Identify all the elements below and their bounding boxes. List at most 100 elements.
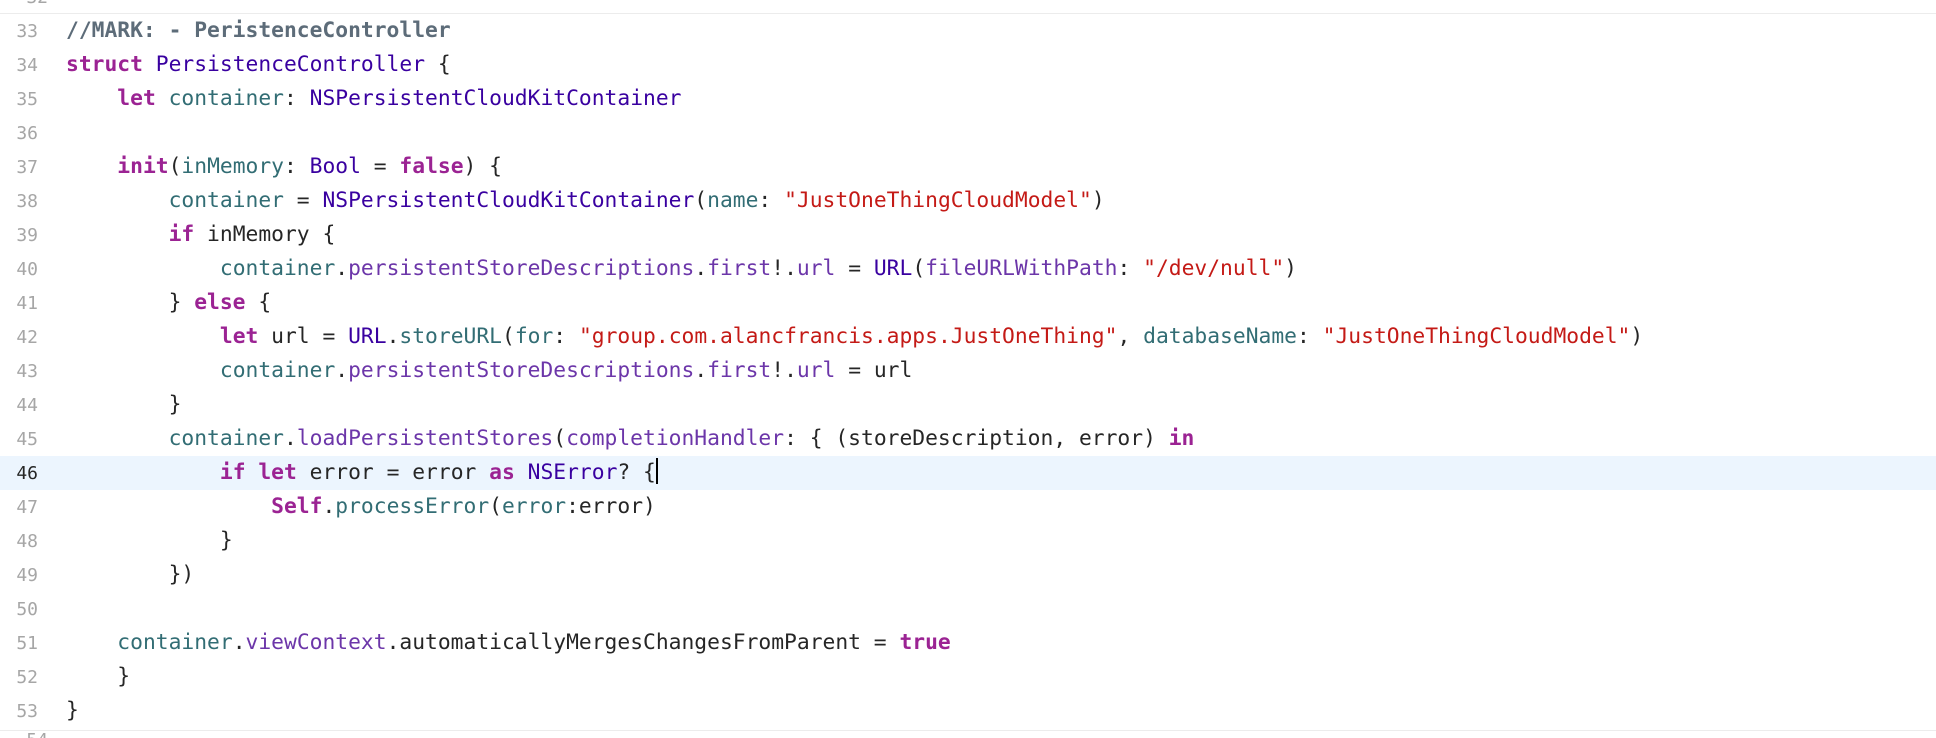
line-number: 37 — [16, 156, 38, 178]
code-line[interactable]: 48 } — [0, 524, 1936, 558]
code-text[interactable]: container.persistentStoreDescriptions.fi… — [66, 354, 912, 388]
code-line[interactable]: 52 } — [0, 660, 1936, 694]
code-line[interactable]: 50 — [0, 592, 1936, 626]
line-number: 39 — [16, 224, 38, 246]
code-line[interactable]: 36 — [0, 116, 1936, 150]
code-text[interactable]: } else { — [66, 286, 272, 320]
code-token: databaseName — [1143, 324, 1297, 349]
line-number: 34 — [16, 54, 38, 76]
code-token: first — [707, 256, 772, 281]
code-line[interactable]: 47 Self.processError(error:error) — [0, 490, 1936, 524]
code-token: persistentStoreDescriptions — [348, 256, 695, 281]
code-token: viewContext — [245, 630, 387, 655]
code-token: : — [1117, 256, 1144, 281]
line-number: 41 — [16, 292, 38, 314]
code-line[interactable]: 41 } else { — [0, 286, 1936, 320]
code-token: container — [168, 188, 284, 213]
code-line[interactable]: 51 container.viewContext.automaticallyMe… — [0, 626, 1936, 660]
code-token: as — [489, 460, 515, 485]
code-text[interactable]: }) — [66, 558, 195, 592]
code-text[interactable]: if let error = error as NSError? { — [66, 456, 658, 490]
top-separator — [0, 0, 1936, 14]
code-text[interactable]: container.viewContext.automaticallyMerge… — [66, 626, 950, 660]
code-text[interactable]: } — [66, 660, 130, 694]
code-token: ( — [489, 494, 502, 519]
code-token: ) { — [463, 154, 502, 179]
code-line[interactable]: 45 container.loadPersistentStores(comple… — [0, 422, 1936, 456]
code-text[interactable]: } — [66, 524, 233, 558]
code-token: error = error — [296, 460, 490, 485]
code-text[interactable]: container = NSPersistentCloudKitContaine… — [66, 184, 1105, 218]
code-token: let — [117, 86, 156, 111]
code-text[interactable]: let url = URL.storeURL(for: "group.com.a… — [66, 320, 1643, 354]
line-number: 33 — [16, 20, 38, 42]
code-text[interactable]: } — [66, 694, 79, 728]
code-token: : — [284, 86, 310, 111]
code-token: inMemory — [181, 154, 284, 179]
line-number: 49 — [16, 564, 38, 586]
code-line[interactable]: 46 if let error = error as NSError? { — [0, 456, 1936, 490]
code-line[interactable]: 53} — [0, 694, 1936, 728]
code-token: :error) — [566, 494, 656, 519]
code-token: else — [194, 290, 246, 315]
code-token: . — [694, 358, 708, 383]
code-token: } — [66, 392, 182, 417]
code-line[interactable]: 49 }) — [0, 558, 1936, 592]
code-token: !. — [771, 256, 797, 281]
code-token: URL — [348, 324, 387, 349]
code-token: container — [219, 256, 336, 281]
code-token: completionHandler — [566, 426, 785, 451]
code-token: { — [245, 290, 272, 315]
code-token: container — [168, 426, 284, 451]
code-token: //MARK: - PeristenceController — [66, 18, 451, 43]
code-line[interactable]: 40 container.persistentStoreDescriptions… — [0, 252, 1936, 286]
code-token: let — [258, 460, 297, 485]
code-text[interactable]: init(inMemory: Bool = false) { — [66, 150, 502, 184]
code-token: PersistenceController — [155, 52, 426, 77]
code-text[interactable]: Self.processError(error:error) — [66, 490, 656, 524]
code-token: url = — [258, 324, 349, 349]
code-line[interactable]: 34 struct PersistenceController { — [0, 48, 1936, 82]
code-line[interactable]: 37 init(inMemory: Bool = false) { — [0, 150, 1936, 184]
code-line[interactable]: 43 container.persistentStoreDescriptions… — [0, 354, 1936, 388]
code-token: NSPersistentCloudKitContainer — [309, 86, 682, 111]
line-number: 48 — [16, 530, 38, 552]
code-token: "group.com.alancfrancis.apps.JustOneThin… — [578, 324, 1118, 349]
line-number: 53 — [16, 700, 38, 722]
code-line[interactable]: 38 container = NSPersistentCloudKitConta… — [0, 184, 1936, 218]
code-line[interactable]: 39 if inMemory { — [0, 218, 1936, 252]
code-line[interactable]: 35 let container: NSPersistentCloudKitCo… — [0, 82, 1936, 116]
code-token: container — [219, 358, 336, 383]
code-text[interactable]: struct PersistenceController { — [66, 48, 451, 82]
line-number-partial-top: 32 — [0, 0, 48, 8]
code-token: : — [1297, 324, 1323, 349]
code-editor[interactable]: 32 33 //MARK: - PeristenceController 34 str… — [0, 0, 1936, 738]
code-line[interactable]: 42 let url = URL.storeURL(for: "group.co… — [0, 320, 1936, 354]
code-text[interactable]: container.persistentStoreDescriptions.fi… — [66, 252, 1297, 286]
line-number: 45 — [16, 428, 38, 450]
line-number-partial-bottom: 54 — [0, 731, 48, 738]
code-token: . — [232, 630, 246, 655]
code-line[interactable]: 33 //MARK: - PeristenceController — [0, 14, 1936, 48]
code-text[interactable]: container.loadPersistentStores(completio… — [66, 422, 1195, 456]
code-text[interactable]: if inMemory { — [66, 218, 336, 252]
code-token: "JustOneThingCloudModel" — [784, 188, 1092, 213]
line-number: 35 — [16, 88, 38, 110]
code-token: ) — [1091, 188, 1105, 213]
line-number: 47 — [16, 496, 38, 518]
code-token: loadPersistentStores — [296, 426, 554, 451]
line-number: 38 — [16, 190, 38, 212]
code-text[interactable]: let container: NSPersistentCloudKitConta… — [66, 82, 682, 116]
bottom-separator — [0, 730, 1936, 731]
code-token: .automaticallyMergesChangesFromParent = — [386, 630, 900, 655]
code-text[interactable]: //MARK: - PeristenceController — [66, 14, 451, 48]
code-text[interactable]: } — [66, 388, 182, 422]
code-line[interactable]: 44 } — [0, 388, 1936, 422]
